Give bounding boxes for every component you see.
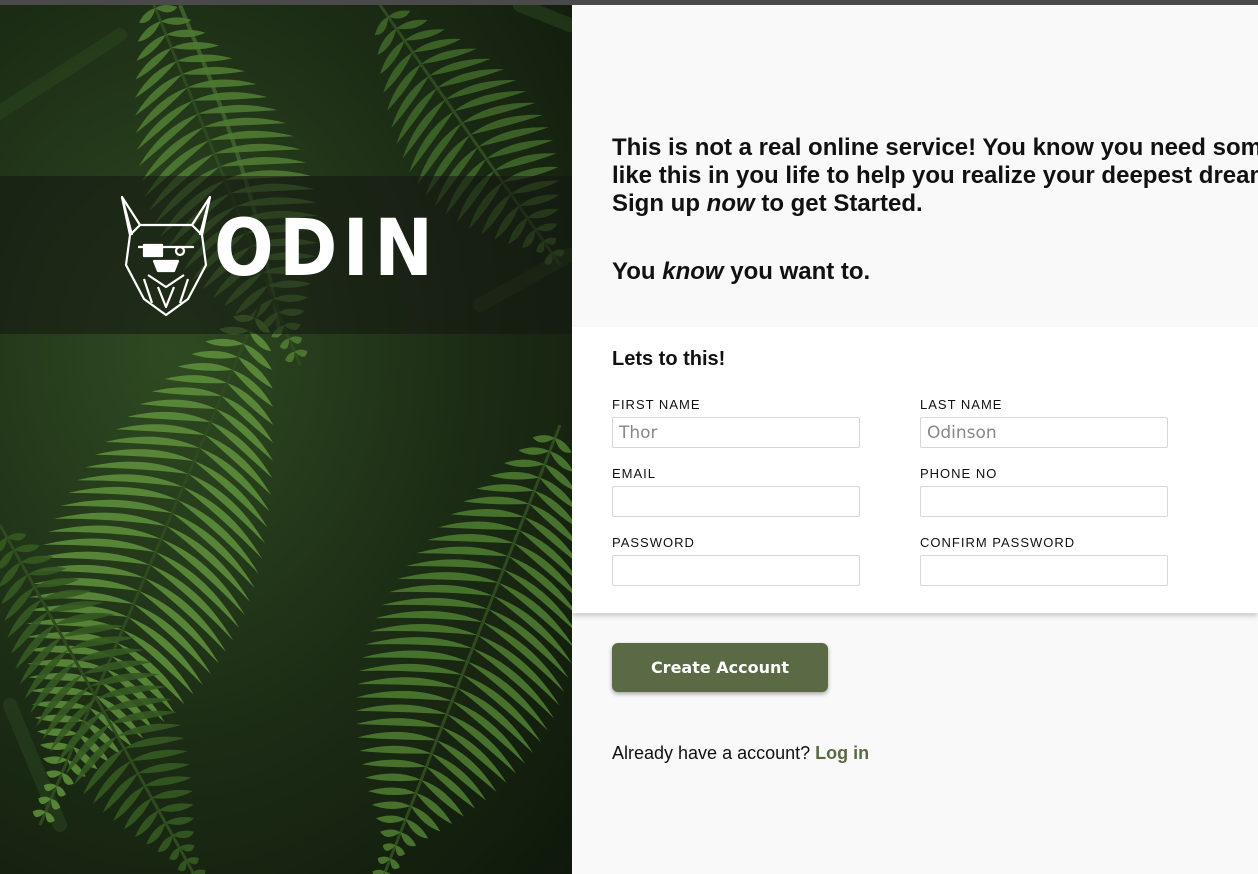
intro-line-3-post: to get Started. (754, 190, 923, 217)
confirm-password-group: CONFIRM PASSWORD (920, 535, 1168, 586)
intro-line-1: This is not a real online service! You k… (612, 134, 1258, 161)
phone-field[interactable] (920, 486, 1168, 517)
password-field[interactable] (612, 555, 860, 586)
viking-dog-head-icon (120, 195, 212, 317)
signup-panel: This is not a real online service! You k… (572, 5, 1258, 874)
last-name-field[interactable] (920, 417, 1168, 448)
last-name-group: LAST NAME (920, 397, 1168, 448)
first-name-label: FIRST NAME (612, 397, 701, 412)
fern-background (0, 5, 572, 874)
phone-label: PHONE NO (920, 466, 998, 481)
confirm-password-label: CONFIRM PASSWORD (920, 535, 1076, 550)
intro-line-3-pre: Sign up (612, 190, 707, 217)
signup-form: Lets to this! FIRST NAME LAST NAME EMAIL… (572, 327, 1258, 613)
tagline-emphasis: know (662, 258, 724, 285)
email-field[interactable] (612, 486, 860, 517)
email-group: EMAIL (612, 466, 860, 517)
tagline: You know you want to. (612, 258, 870, 286)
tagline-pre: You (612, 258, 663, 285)
intro-text: This is not a real online service! You k… (612, 134, 1258, 218)
intro-line-2: like this in you life to help you realiz… (612, 162, 1258, 189)
form-title: Lets to this! (612, 348, 726, 370)
hero-image: ODIN (0, 5, 572, 874)
login-link[interactable]: Log in (815, 743, 869, 763)
tagline-post: you want to. (723, 258, 871, 285)
browser-top-edge (0, 0, 1258, 5)
intro-line-3-emphasis: now (706, 190, 755, 217)
login-prompt-text: Already have a account? (612, 743, 811, 763)
password-label: PASSWORD (612, 535, 695, 550)
password-group: PASSWORD (612, 535, 860, 586)
last-name-label: LAST NAME (920, 397, 1003, 412)
phone-group: PHONE NO (920, 466, 1168, 517)
first-name-field[interactable] (612, 417, 860, 448)
brand-wordmark: ODIN (214, 204, 439, 294)
first-name-group: FIRST NAME (612, 397, 860, 448)
intro-line-3: Sign up now to get Started. (612, 190, 1258, 218)
confirm-password-field[interactable] (920, 555, 1168, 586)
login-prompt: Already have a account? Log in (612, 743, 869, 764)
create-account-button[interactable]: Create Account (612, 643, 828, 692)
email-label: EMAIL (612, 466, 657, 481)
